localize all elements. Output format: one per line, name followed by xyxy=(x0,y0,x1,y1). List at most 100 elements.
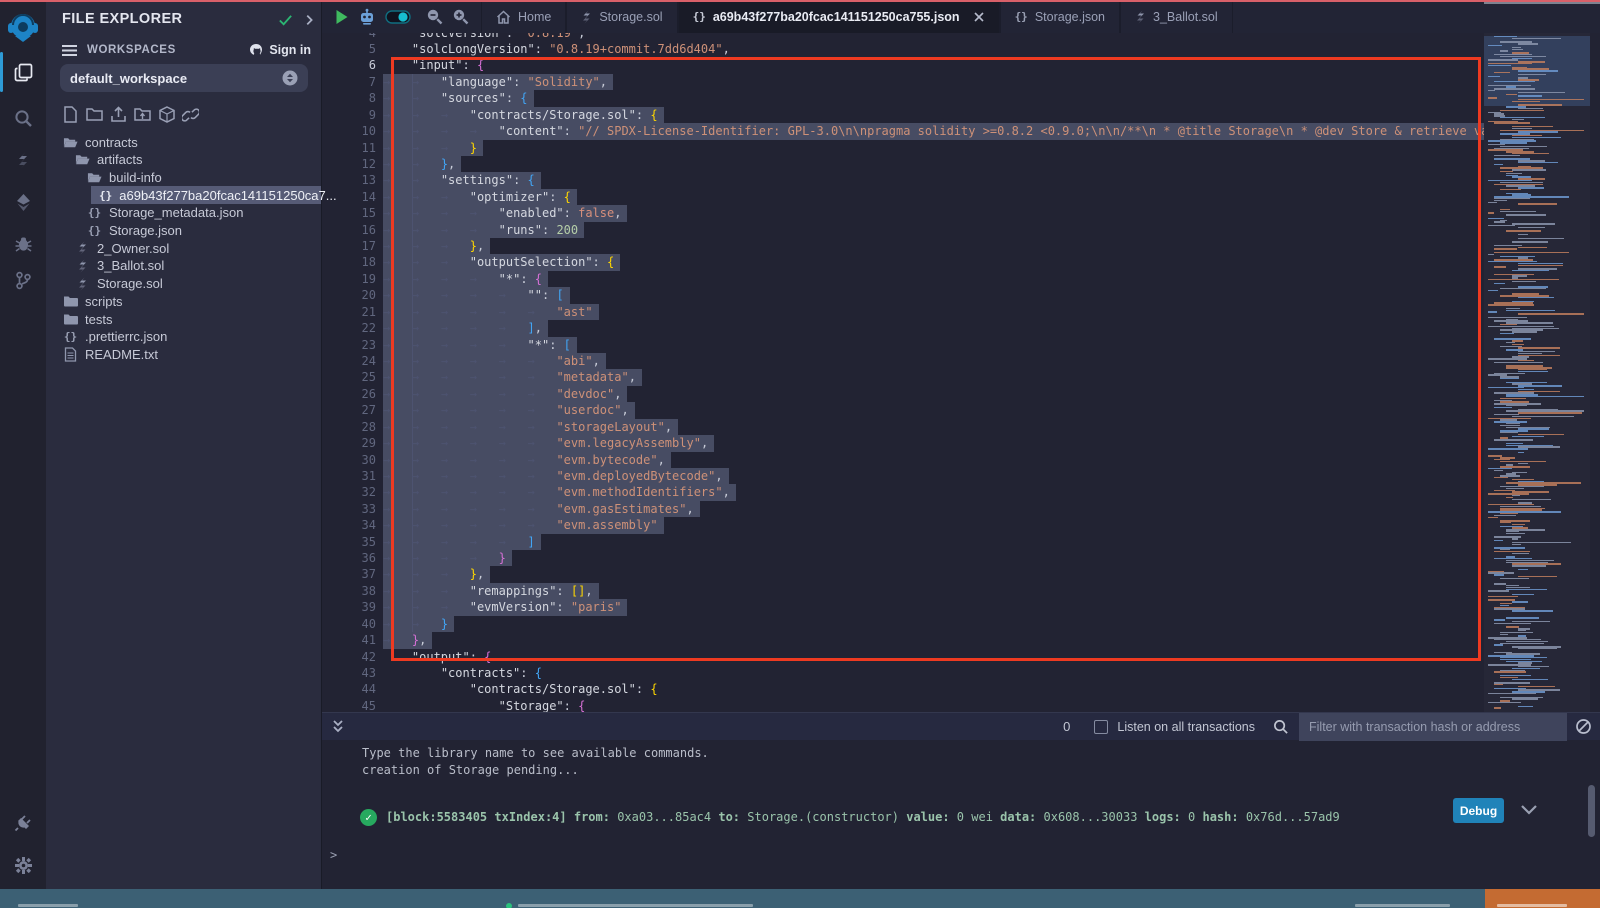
tree-item[interactable]: README.txt xyxy=(46,345,321,363)
minimap[interactable] xyxy=(1484,33,1590,712)
copilot-toggle[interactable] xyxy=(385,9,411,25)
upload-file-icon[interactable] xyxy=(110,106,127,123)
tree-item[interactable]: {}Storage_metadata.json xyxy=(46,204,321,222)
tx-expand-chevron[interactable] xyxy=(1520,804,1538,816)
tree-item-label: a69b43f277ba20fcac141151250ca7... xyxy=(119,188,336,203)
deploy-run-icon[interactable] xyxy=(0,182,46,222)
tab-home[interactable]: Home xyxy=(481,0,566,33)
tree-item[interactable]: {}Storage.json xyxy=(46,222,321,240)
tree-item-label: build-info xyxy=(109,170,162,185)
debug-button[interactable]: Debug xyxy=(1453,798,1504,823)
tree-item[interactable]: build-info xyxy=(46,168,321,186)
line-number: 29 xyxy=(322,435,376,451)
folder-open-icon xyxy=(63,136,78,149)
transaction-filter-input[interactable] xyxy=(1299,713,1567,741)
tree-item[interactable]: 2_Owner.sol xyxy=(46,239,321,257)
tree-item-label: Storage.sol xyxy=(97,276,163,291)
tree-item-label: contracts xyxy=(85,135,138,150)
ai-assistant-icon[interactable] xyxy=(358,8,376,26)
home-icon xyxy=(496,10,511,24)
code-line: → → → → → → "userdoc", xyxy=(383,402,629,418)
run-script-button[interactable] xyxy=(334,9,349,25)
close-tab-icon[interactable] xyxy=(973,11,985,23)
tree-item[interactable]: 3_Ballot.sol xyxy=(46,257,321,275)
line-number: 32 xyxy=(322,484,376,500)
solidity-icon xyxy=(75,277,90,291)
settings-gear-icon[interactable] xyxy=(0,845,46,885)
terminal-toolbar: 0 Listen on all transactions xyxy=(322,712,1600,740)
line-number: 21 xyxy=(322,304,376,320)
tree-item[interactable]: {}a69b43f277ba20fcac141151250ca7... xyxy=(46,186,321,204)
file-explorer-icon[interactable] xyxy=(0,52,46,92)
line-number: 19 xyxy=(322,271,376,287)
clear-console-icon[interactable] xyxy=(1575,718,1592,735)
tab-storage-json[interactable]: {}Storage.json xyxy=(1000,0,1120,33)
cube-icon[interactable] xyxy=(158,106,175,123)
file-action-toolbar xyxy=(62,106,199,123)
zoom-out-icon[interactable] xyxy=(426,8,443,25)
code-line: → → "settings": { xyxy=(383,172,535,188)
tree-item[interactable]: scripts xyxy=(46,292,321,310)
git-icon[interactable] xyxy=(0,260,46,300)
sign-in-button[interactable]: Sign in xyxy=(248,43,311,57)
terminal-prompt[interactable]: > xyxy=(330,848,337,862)
link-icon[interactable] xyxy=(182,106,199,123)
code-line: → → → → → → "storageLayout", xyxy=(383,419,672,435)
tree-item[interactable]: Storage.sol xyxy=(46,275,321,293)
line-number: 6 xyxy=(322,57,376,73)
chevron-right-icon[interactable] xyxy=(302,13,316,27)
sign-in-label: Sign in xyxy=(269,43,311,57)
hamburger-menu-icon[interactable] xyxy=(62,44,77,57)
transaction-row[interactable]: ✓ [block:5583405 txIndex:4] from: 0xa03.… xyxy=(360,803,1580,831)
terminal-expand-icon[interactable] xyxy=(331,719,345,735)
remix-ide-window: FILE EXPLORER WORKSPACES Sign in default… xyxy=(0,0,1600,908)
terminal-output[interactable]: Type the library name to see available c… xyxy=(322,740,1600,889)
terminal-scrollbar[interactable] xyxy=(1588,785,1595,837)
upload-folder-icon[interactable] xyxy=(134,106,151,123)
new-file-icon[interactable] xyxy=(62,106,79,123)
status-orange-segment[interactable] xyxy=(1485,889,1600,908)
workspace-name: default_workspace xyxy=(70,71,187,86)
code-line: → → → → → → "evm.bytecode", xyxy=(383,452,665,468)
code-editor[interactable]: 4 "solcVersion": "0.8.19",5 "solcLongVer… xyxy=(322,33,1484,712)
line-number: 8 xyxy=(322,90,376,106)
search-icon[interactable] xyxy=(0,98,46,138)
json-icon: {} xyxy=(693,10,706,23)
plugin-manager-icon[interactable] xyxy=(0,802,46,842)
listen-all-checkbox[interactable] xyxy=(1094,720,1108,734)
solidity-icon xyxy=(581,10,592,24)
remix-logo[interactable] xyxy=(0,6,46,50)
code-line: → → → → → → "devdoc", xyxy=(383,386,621,402)
tree-item[interactable]: artifacts xyxy=(46,151,321,169)
code-line: → → → → → → "evm.gasEstimates", xyxy=(383,501,694,517)
new-folder-icon[interactable] xyxy=(86,106,103,123)
folder-open-icon xyxy=(75,153,90,166)
line-number: 9 xyxy=(322,107,376,123)
code-line: → → "language": "Solidity", xyxy=(383,74,607,90)
tree-item[interactable]: tests xyxy=(46,310,321,328)
code-line: → → → → → → "evm.methodIdentifiers", xyxy=(383,484,730,500)
json-icon: {} xyxy=(87,224,102,237)
tree-item[interactable]: {}.prettierrc.json xyxy=(46,328,321,346)
zoom-in-icon[interactable] xyxy=(452,8,469,25)
tab-a69b43f277ba20fcac141151250ca755-json[interactable]: {}a69b43f277ba20fcac141151250ca755.json xyxy=(678,0,1000,33)
workspace-select[interactable]: default_workspace xyxy=(60,64,308,92)
doc-icon xyxy=(63,347,78,362)
debugger-icon[interactable] xyxy=(0,223,46,263)
tree-item[interactable]: contracts xyxy=(46,133,321,151)
line-number: 5 xyxy=(322,41,376,57)
line-number: 45 xyxy=(322,698,376,712)
solidity-compiler-icon[interactable] xyxy=(0,140,46,180)
check-icon xyxy=(278,13,293,28)
tx-success-icon: ✓ xyxy=(360,809,377,826)
line-number: 31 xyxy=(322,468,376,484)
updown-icon xyxy=(282,70,298,86)
tree-item-label: Storage_metadata.json xyxy=(109,205,243,220)
code-line: "solcLongVersion": "0.8.19+commit.7dd6d4… xyxy=(383,41,730,57)
tab-storage-sol[interactable]: Storage.sol xyxy=(566,0,677,33)
tab-bar: HomeStorage.sol{}a69b43f277ba20fcac14115… xyxy=(322,0,1600,33)
status-green-dot xyxy=(506,903,512,908)
tab-3-ballot-sol[interactable]: 3_Ballot.sol xyxy=(1120,0,1233,33)
tree-item-label: scripts xyxy=(85,294,123,309)
code-line: "input": { xyxy=(383,57,484,73)
